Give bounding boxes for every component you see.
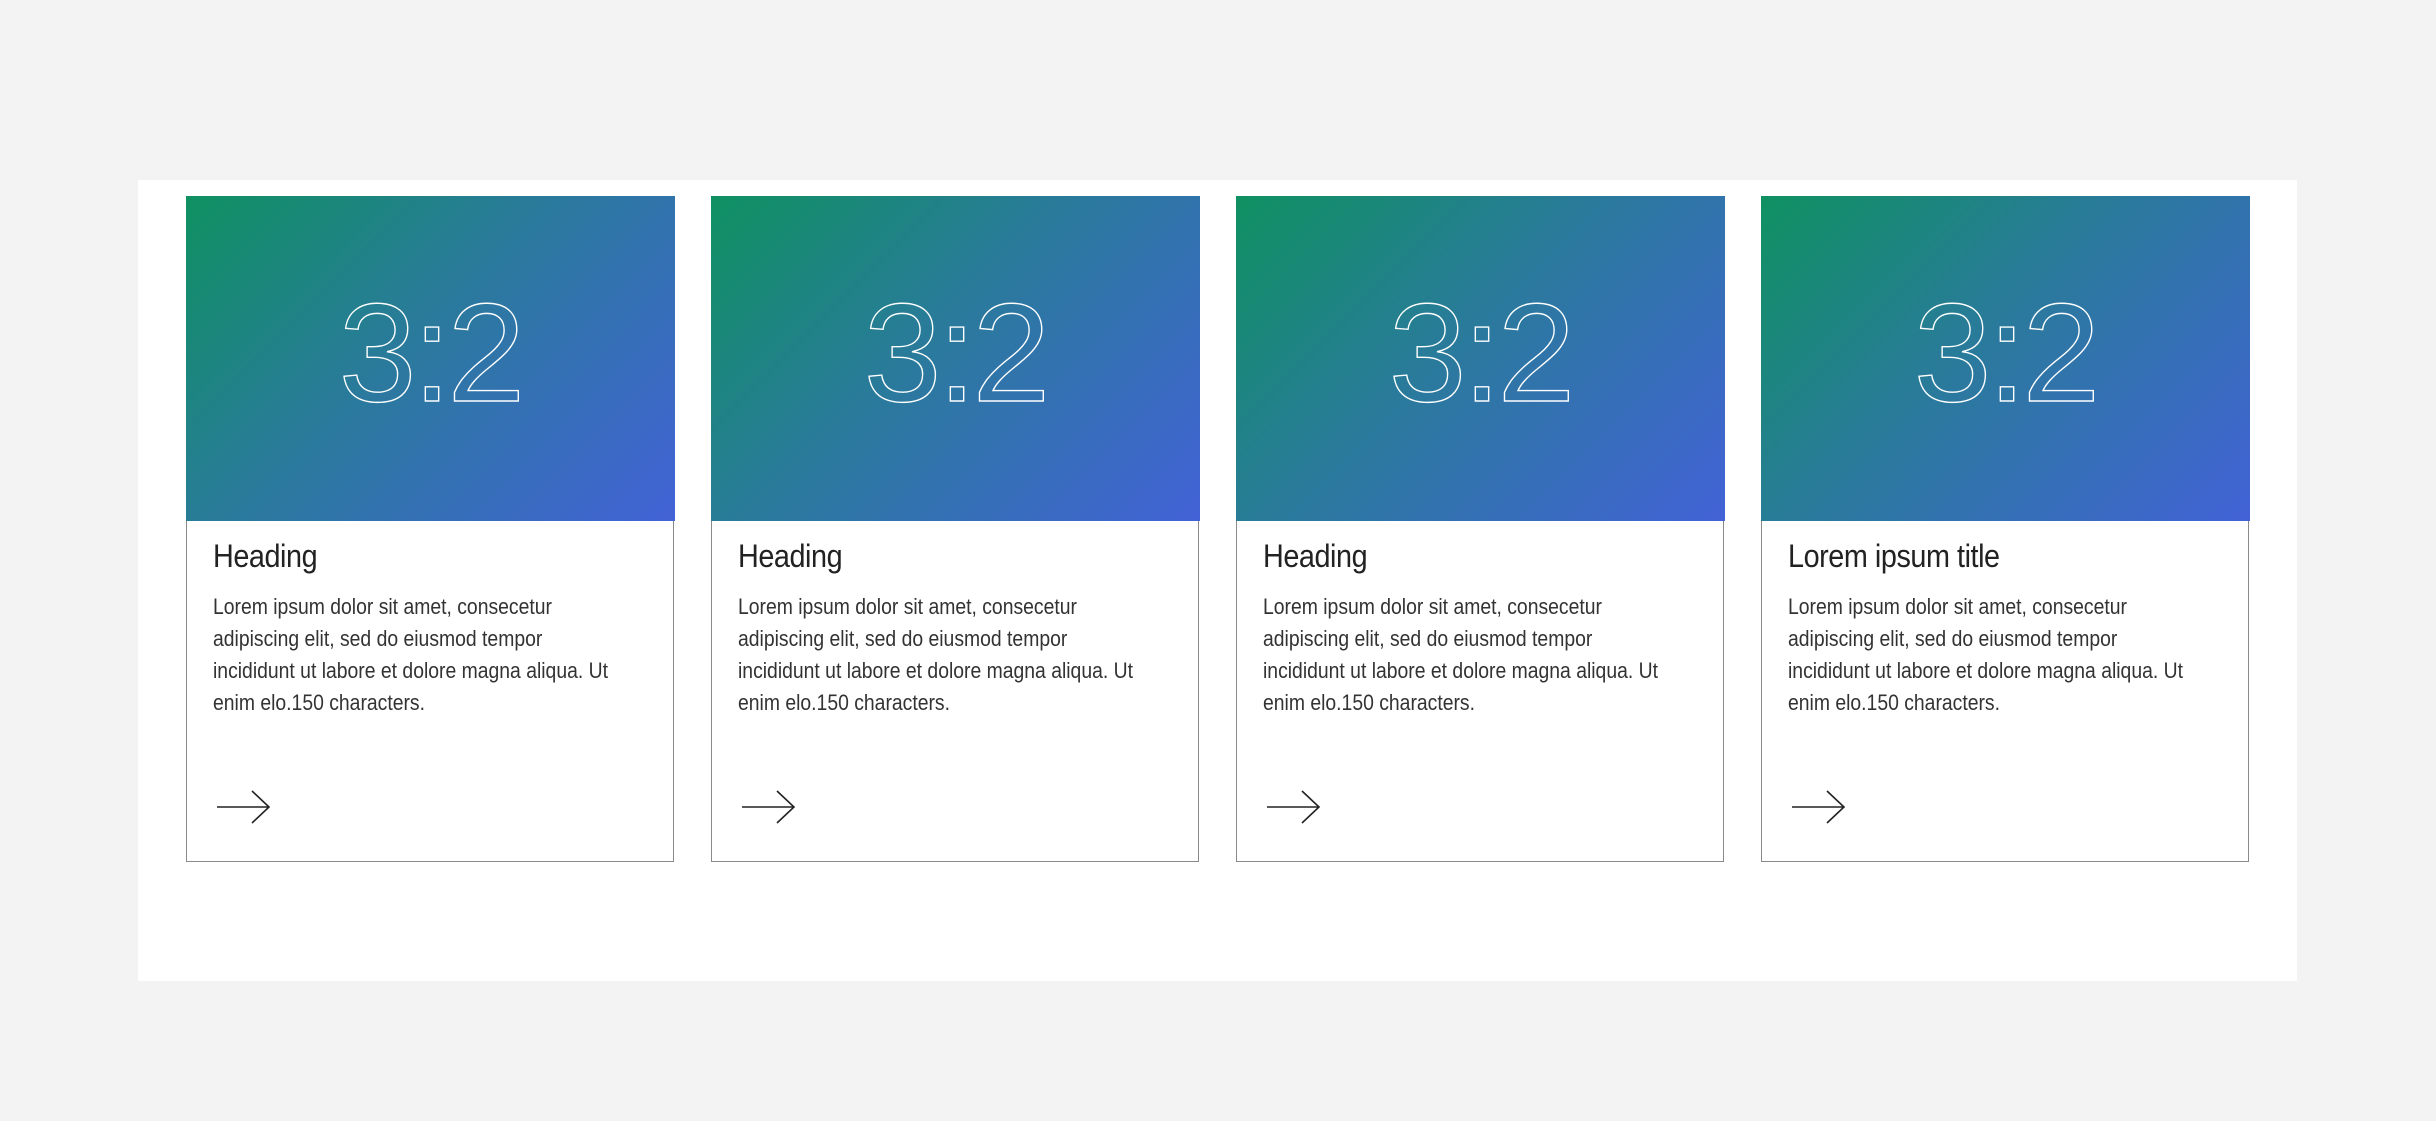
card-2[interactable]: 3:2 Heading Lorem ipsum dolor sit amet, …: [710, 195, 1200, 862]
ratio-label-graphic: 3:2: [862, 273, 1050, 431]
arrow-right-icon[interactable]: [1267, 790, 1321, 824]
card-heading: Lorem ipsum title: [1788, 538, 2000, 574]
card-description: Lorem ipsum dolor sit amet, consecetur a…: [1263, 594, 1658, 715]
card-description: Lorem ipsum dolor sit amet, consecetur a…: [1788, 594, 2183, 715]
card-image-placeholder: 3:2: [1235, 195, 1725, 521]
card-image-placeholder: 3:2: [1760, 195, 2250, 521]
card-3[interactable]: 3:2 Heading Lorem ipsum dolor sit amet, …: [1235, 195, 1725, 862]
card-4[interactable]: 3:2 Lorem ipsum title Lorem ipsum dolor …: [1760, 195, 2250, 862]
svg-text:3:2: 3:2: [863, 274, 1046, 431]
card-heading: Heading: [1263, 538, 1368, 574]
arrow-right-icon[interactable]: [742, 790, 796, 824]
ratio-label-graphic: 3:2: [1387, 273, 1575, 431]
svg-text:3:2: 3:2: [1913, 274, 2096, 431]
card-image-placeholder: 3:2: [710, 195, 1200, 521]
card-1[interactable]: 3:2 Heading Lorem ipsum dolor sit amet, …: [185, 195, 675, 862]
card-image-placeholder: 3:2: [185, 195, 675, 521]
card-description: Lorem ipsum dolor sit amet, consecetur a…: [213, 594, 608, 715]
arrow-right-icon[interactable]: [1792, 790, 1846, 824]
card-description: Lorem ipsum dolor sit amet, consecetur a…: [738, 594, 1133, 715]
card-heading: Heading: [213, 538, 318, 574]
svg-text:3:2: 3:2: [1388, 274, 1571, 431]
ratio-label-graphic: 3:2: [337, 273, 525, 431]
card-heading: Heading: [738, 538, 843, 574]
ratio-label-graphic: 3:2: [1912, 273, 2100, 431]
arrow-right-icon[interactable]: [217, 790, 271, 824]
svg-text:3:2: 3:2: [338, 274, 521, 431]
